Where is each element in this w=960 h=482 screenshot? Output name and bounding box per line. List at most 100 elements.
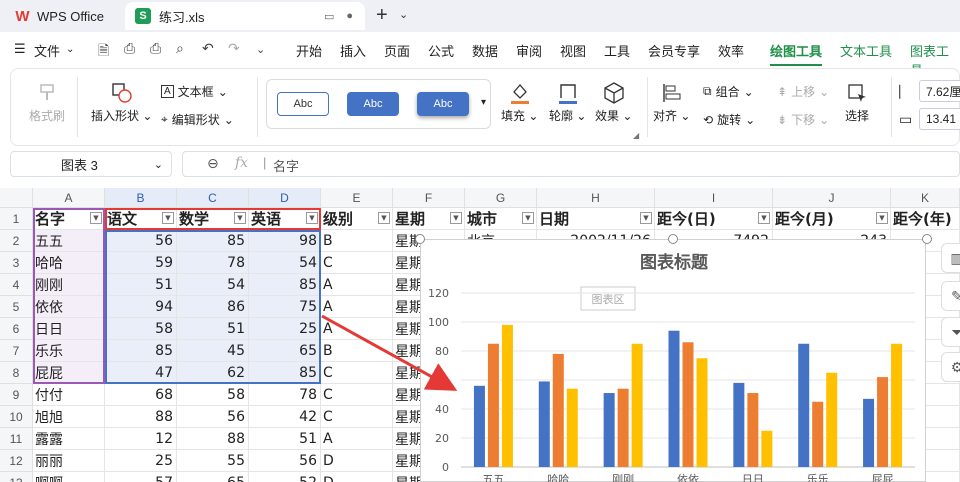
- shape-width-input[interactable]: 13.41: [919, 108, 960, 130]
- table-cell[interactable]: D: [321, 472, 393, 482]
- table-cell[interactable]: 51: [249, 428, 321, 450]
- row-header[interactable]: 3: [0, 252, 33, 274]
- chart-bar[interactable]: [696, 358, 708, 467]
- fill-button[interactable]: 填充 ⌄: [501, 79, 538, 124]
- select-button[interactable]: 选择: [845, 79, 869, 124]
- shape-height-input[interactable]: 7.62厘: [919, 80, 960, 102]
- row-header[interactable]: 9: [0, 384, 33, 406]
- gallery-more-icon[interactable]: ▾: [481, 97, 486, 108]
- row-header[interactable]: 2: [0, 230, 33, 252]
- table-cell[interactable]: B: [321, 340, 393, 362]
- chart-title[interactable]: 图表标题: [640, 252, 709, 273]
- chart-bar[interactable]: [487, 343, 499, 467]
- chart-bar[interactable]: [566, 388, 578, 467]
- format-painter-button[interactable]: 格式刷: [29, 79, 65, 124]
- table-cell[interactable]: 78: [249, 384, 321, 406]
- chart-bar[interactable]: [682, 342, 694, 467]
- table-cell[interactable]: C: [321, 252, 393, 274]
- print-icon[interactable]: ⎙: [150, 40, 161, 57]
- tab-file[interactable]: S 练习.xls ▭ ●: [125, 2, 365, 30]
- table-cell[interactable]: 露露: [33, 428, 105, 450]
- chevron-down-icon[interactable]: ⌄: [399, 8, 408, 21]
- chevron-down-icon[interactable]: ⌄: [154, 158, 163, 171]
- header-cell[interactable]: 星期 ▼: [393, 208, 465, 230]
- row-header[interactable]: 12: [0, 450, 33, 472]
- header-cell[interactable]: 城市 ▼: [465, 208, 537, 230]
- chart-filter-button[interactable]: ⏷: [941, 317, 960, 347]
- chart-bar[interactable]: [826, 372, 838, 467]
- chart-bar[interactable]: [891, 343, 903, 467]
- chart-bar[interactable]: [668, 330, 680, 467]
- column-header-d[interactable]: D: [249, 188, 321, 208]
- filter-dropdown-icon[interactable]: ▼: [640, 212, 652, 224]
- text-box-button[interactable]: A 文本框 ⌄: [161, 83, 228, 100]
- filter-dropdown-icon[interactable]: ▼: [378, 212, 390, 224]
- chart-resize-handle[interactable]: [415, 234, 425, 244]
- row-header[interactable]: 1: [0, 208, 33, 230]
- undo-icon[interactable]: ↶: [202, 40, 214, 57]
- tab-view[interactable]: 视图: [560, 41, 586, 60]
- header-cell[interactable]: 级别 ▼: [321, 208, 393, 230]
- file-menu[interactable]: 文件: [34, 41, 60, 60]
- chart-settings-button[interactable]: ⚙: [941, 352, 960, 382]
- table-cell[interactable]: 55: [177, 450, 249, 472]
- header-cell[interactable]: 日期 ▼: [537, 208, 655, 230]
- chart-bar[interactable]: [863, 398, 875, 467]
- save-icon[interactable]: 🗎: [98, 40, 109, 64]
- chart-resize-handle[interactable]: [922, 234, 932, 244]
- filter-dropdown-icon[interactable]: ▼: [758, 212, 770, 224]
- header-cell[interactable]: 距今(月) ▼: [773, 208, 891, 230]
- table-cell[interactable]: C: [321, 384, 393, 406]
- filter-dropdown-icon[interactable]: ▼: [450, 212, 462, 224]
- row-header[interactable]: 13: [0, 472, 33, 482]
- chart-bar[interactable]: [617, 388, 629, 467]
- chart-bar[interactable]: [733, 382, 745, 467]
- tab-text-tools[interactable]: 文本工具: [840, 41, 892, 60]
- group-button[interactable]: ⧉ 组合 ⌄: [703, 83, 754, 100]
- chart-style-button[interactable]: ✎: [941, 281, 960, 311]
- column-header-k[interactable]: K: [891, 188, 960, 208]
- column-header-g[interactable]: G: [465, 188, 537, 208]
- tab-formula[interactable]: 公式: [428, 41, 454, 60]
- export-icon[interactable]: ⎙: [124, 40, 135, 57]
- formula-content[interactable]: 名字: [273, 156, 299, 175]
- chart-bar[interactable]: [812, 401, 824, 467]
- row-header[interactable]: 7: [0, 340, 33, 362]
- tab-insert[interactable]: 插入: [340, 41, 366, 60]
- table-cell[interactable]: 88: [105, 406, 177, 428]
- outline-button[interactable]: 轮廓 ⌄: [549, 79, 586, 124]
- chart-bar[interactable]: [538, 381, 550, 467]
- rotate-button[interactable]: ⟲ 旋转 ⌄: [703, 111, 755, 128]
- row-header[interactable]: 4: [0, 274, 33, 296]
- table-cell[interactable]: D: [321, 450, 393, 472]
- hamburger-icon[interactable]: ☰: [14, 41, 26, 57]
- style-filled[interactable]: Abc: [347, 92, 399, 116]
- function-icon[interactable]: fx: [235, 155, 248, 171]
- table-cell[interactable]: 旭旭: [33, 406, 105, 428]
- chart-bar[interactable]: [747, 393, 759, 467]
- edit-shape-button[interactable]: ⌖ 编辑形状 ⌄: [161, 111, 234, 128]
- column-header-c[interactable]: C: [177, 188, 249, 208]
- table-cell[interactable]: A: [321, 296, 393, 318]
- effects-button[interactable]: 效果 ⌄: [595, 79, 632, 124]
- row-header[interactable]: 5: [0, 296, 33, 318]
- table-cell[interactable]: 65: [177, 472, 249, 482]
- row-header[interactable]: 6: [0, 318, 33, 340]
- table-cell[interactable]: A: [321, 428, 393, 450]
- insert-shape-button[interactable]: 插入形状 ⌄: [91, 79, 152, 124]
- table-cell[interactable]: 啊啊: [33, 472, 105, 482]
- style-outline[interactable]: Abc: [277, 92, 329, 116]
- column-header-e[interactable]: E: [321, 188, 393, 208]
- zoom-formula-icon[interactable]: ⊖: [207, 155, 219, 172]
- table-cell[interactable]: A: [321, 274, 393, 296]
- print-preview-icon[interactable]: ⌕: [176, 40, 184, 57]
- bring-forward-button[interactable]: ⇞ 上移 ⌄: [777, 83, 829, 100]
- tab-review[interactable]: 审阅: [516, 41, 542, 60]
- window-mode-icon[interactable]: ▭: [324, 10, 334, 23]
- column-header-i[interactable]: I: [655, 188, 773, 208]
- table-cell[interactable]: 42: [249, 406, 321, 428]
- table-cell[interactable]: C: [321, 406, 393, 428]
- chart-bar[interactable]: [761, 430, 773, 467]
- table-cell[interactable]: 52: [249, 472, 321, 482]
- column-header-a[interactable]: A: [33, 188, 105, 208]
